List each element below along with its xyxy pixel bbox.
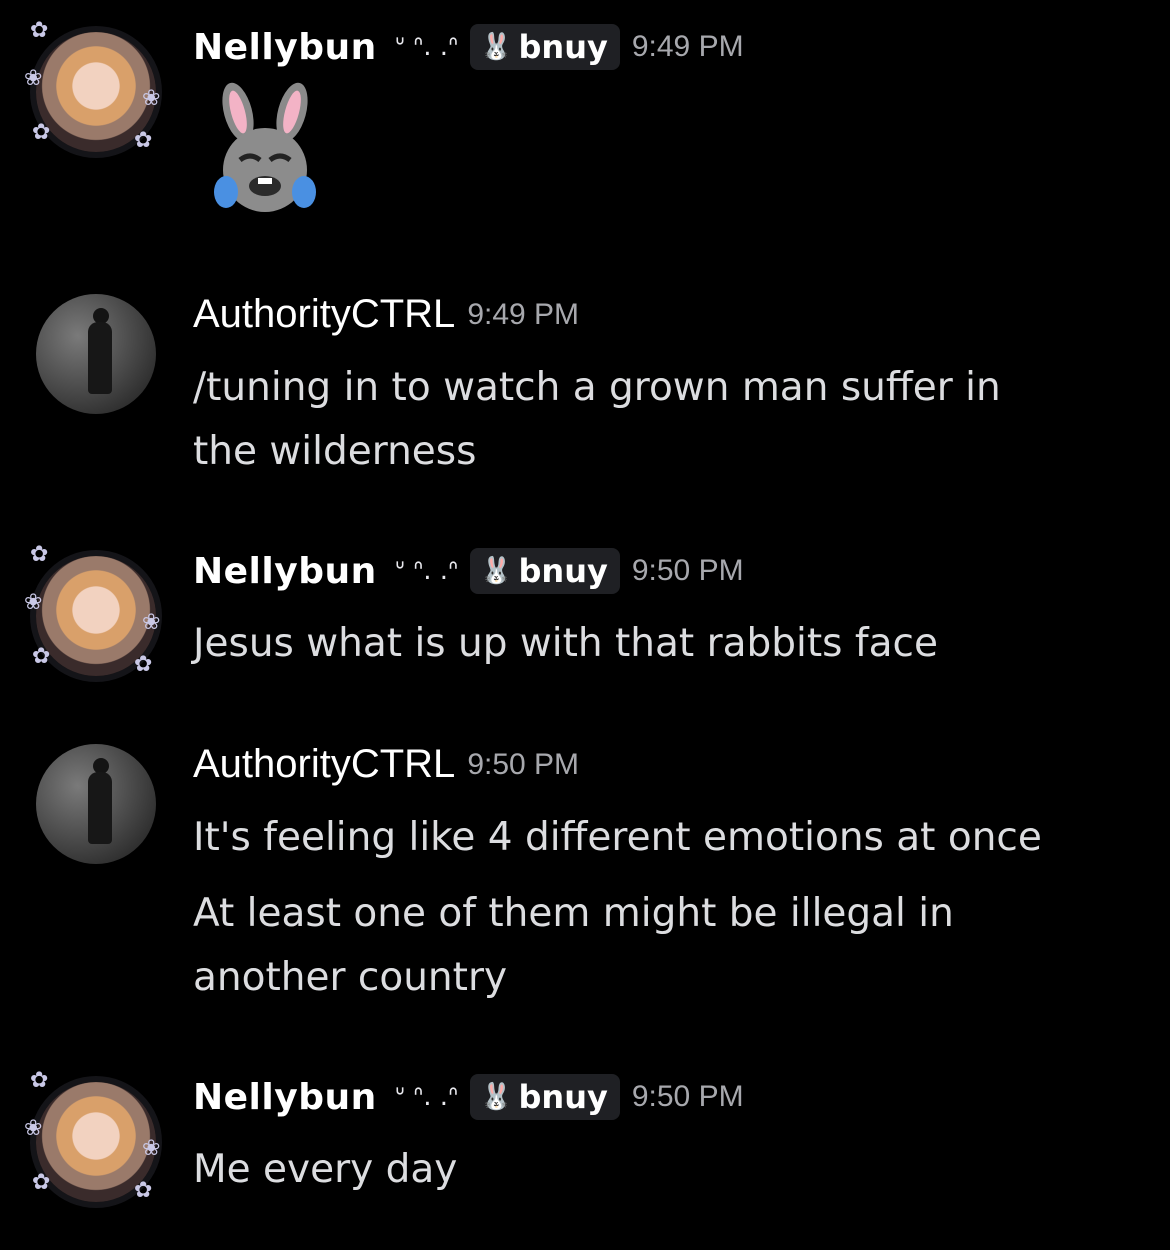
- message-content: Jesus what is up with that rabbits face: [193, 612, 938, 676]
- rabbit-emoji-icon[interactable]: [200, 82, 330, 212]
- username-decoration: ᐡ ᐢ. .ᐢ: [394, 556, 459, 586]
- message-content: /tuning in to watch a grown man suffer i…: [193, 356, 1001, 484]
- avatar-figure: [88, 322, 112, 394]
- role-tag-label: bnuy: [518, 1078, 608, 1116]
- avatar[interactable]: [36, 1082, 156, 1202]
- role-tag[interactable]: 🐰 bnuy: [470, 24, 620, 70]
- timestamp: 9:50 PM: [631, 554, 744, 587]
- username[interactable]: Nellybun: [193, 551, 377, 592]
- message-line: another country: [193, 955, 508, 1000]
- message-line: the wilderness: [193, 429, 477, 474]
- username-decoration: ᐡ ᐢ. .ᐢ: [394, 1082, 459, 1112]
- message-content: At least one of them might be illegal in…: [193, 882, 954, 1010]
- rabbit-face-icon: 🐰: [480, 32, 513, 62]
- rabbit-face-icon: 🐰: [480, 556, 513, 586]
- avatar[interactable]: [36, 556, 156, 676]
- avatar-figure: [88, 772, 112, 844]
- username[interactable]: Nellybun: [193, 1077, 377, 1118]
- username[interactable]: AuthorityCTRL: [193, 292, 455, 337]
- message-line: Jesus what is up with that rabbits face: [193, 621, 938, 666]
- message-content: Me every day: [193, 1138, 457, 1202]
- role-tag-label: bnuy: [518, 28, 608, 66]
- message-line: At least one of them might be illegal in: [193, 891, 954, 936]
- avatar[interactable]: [36, 294, 156, 414]
- username[interactable]: AuthorityCTRL: [193, 742, 455, 787]
- username[interactable]: Nellybun: [193, 27, 377, 68]
- avatar[interactable]: [36, 32, 156, 152]
- timestamp: 9:49 PM: [631, 30, 744, 63]
- role-tag-label: bnuy: [518, 552, 608, 590]
- timestamp: 9:50 PM: [467, 747, 580, 781]
- message-content: It's feeling like 4 different emotions a…: [193, 806, 1042, 870]
- avatar[interactable]: [36, 744, 156, 864]
- role-tag[interactable]: 🐰 bnuy: [470, 548, 620, 594]
- rabbit-face-icon: 🐰: [480, 1082, 513, 1112]
- message-line: /tuning in to watch a grown man suffer i…: [193, 365, 1001, 410]
- message-line: It's feeling like 4 different emotions a…: [193, 815, 1042, 860]
- timestamp: 9:50 PM: [631, 1080, 744, 1113]
- role-tag[interactable]: 🐰 bnuy: [470, 1074, 620, 1120]
- message-line: Me every day: [193, 1147, 458, 1192]
- username-decoration: ᐡ ᐢ. .ᐢ: [394, 32, 459, 62]
- timestamp: 9:49 PM: [467, 297, 580, 331]
